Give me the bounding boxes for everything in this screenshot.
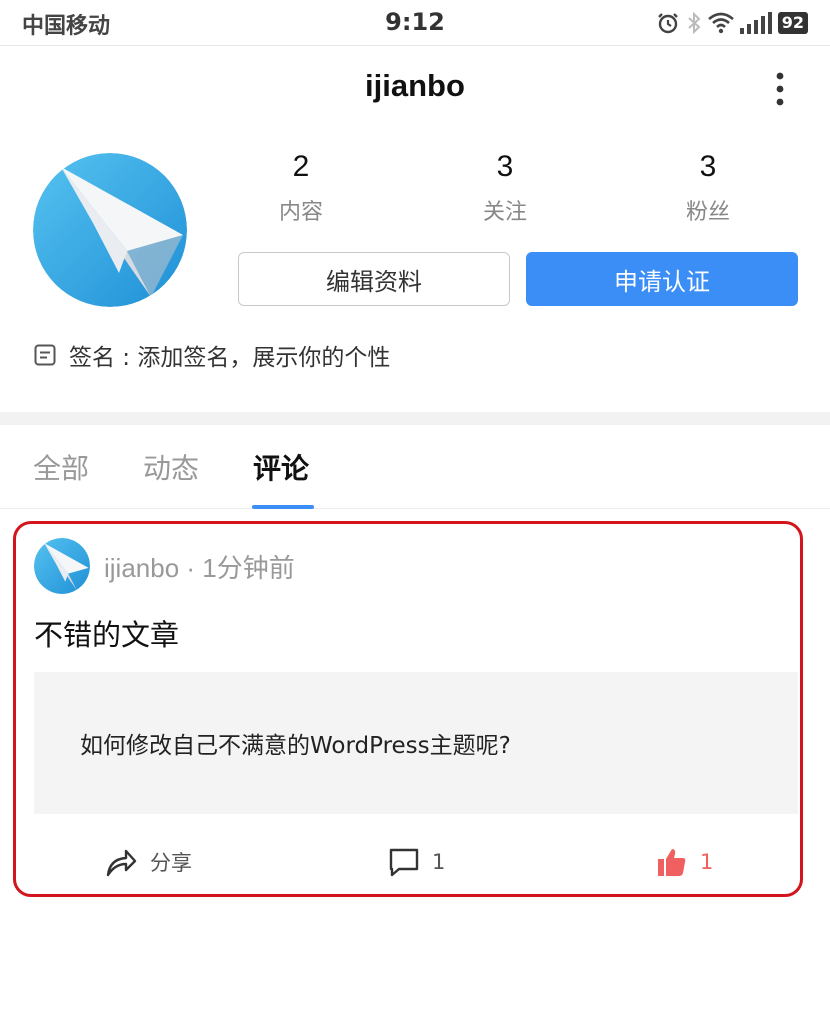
edit-profile-button[interactable]: 编辑资料 [238,252,510,306]
stat-following[interactable]: 3 关注 [445,150,565,226]
share-button[interactable]: 分享 [104,840,192,884]
content-label: 内容 [278,200,323,225]
comment-card: ijianbo · 1分钟前 不错的文章 如何修改自己不满意的WordPress… [13,521,803,897]
like-count: 1 [700,850,714,874]
more-options-button[interactable] [770,70,790,110]
like-button[interactable]: 1 [656,840,713,884]
comment-avatar[interactable] [34,538,90,594]
comment-text: 不错的文章 [34,618,180,652]
following-label: 关注 [482,200,527,225]
quoted-article-title: 如何修改自己不满意的WordPress主题呢? [80,733,511,759]
comment-count: 1 [432,850,446,874]
signature-text: 签名 : 添加签名，展示你的个性 [69,345,391,371]
stat-content[interactable]: 2 内容 [241,150,361,226]
signal-icon [739,12,772,34]
profile-stats: 2 内容 3 关注 3 粉丝 [200,150,810,230]
tab-all[interactable]: 全部 [33,447,89,487]
reply-button[interactable]: 1 [388,840,445,884]
apply-verification-button[interactable]: 申请认证 [526,252,798,306]
comment-icon [389,848,419,877]
content-count: 2 [292,150,310,183]
followers-label: 粉丝 [685,200,730,225]
comment-actions: 分享 1 1 [16,840,800,884]
status-icons: 92 [656,9,808,37]
bluetooth-icon [688,11,701,35]
following-count: 3 [496,150,514,183]
app-header: ijianbo [0,46,830,132]
tab-activity[interactable]: 动态 [143,447,199,487]
wifi-icon [707,12,734,34]
more-vertical-icon [776,72,784,106]
status-bar: 中国移动 9:12 92 [0,0,830,46]
section-divider [0,412,830,425]
content-tabs: 全部 动态 评论 [0,425,830,509]
comment-meta: ijianbo · 1分钟前 [104,553,295,583]
avatar[interactable] [33,153,187,307]
active-tab-indicator [252,505,314,509]
battery-level: 92 [777,12,808,34]
signature-icon [34,344,56,366]
share-label: 分享 [150,851,192,875]
tab-comments[interactable]: 评论 [253,447,309,487]
stat-followers[interactable]: 3 粉丝 [648,150,768,226]
followers-count: 3 [699,150,717,183]
share-icon [106,849,137,877]
alarm-icon [657,13,678,34]
thumbs-up-icon [658,849,686,876]
signature[interactable]: 签名 : 添加签名，展示你的个性 [33,338,390,372]
page-title: ijianbo [365,68,465,103]
quoted-article[interactable]: 如何修改自己不满意的WordPress主题呢? [34,672,798,814]
